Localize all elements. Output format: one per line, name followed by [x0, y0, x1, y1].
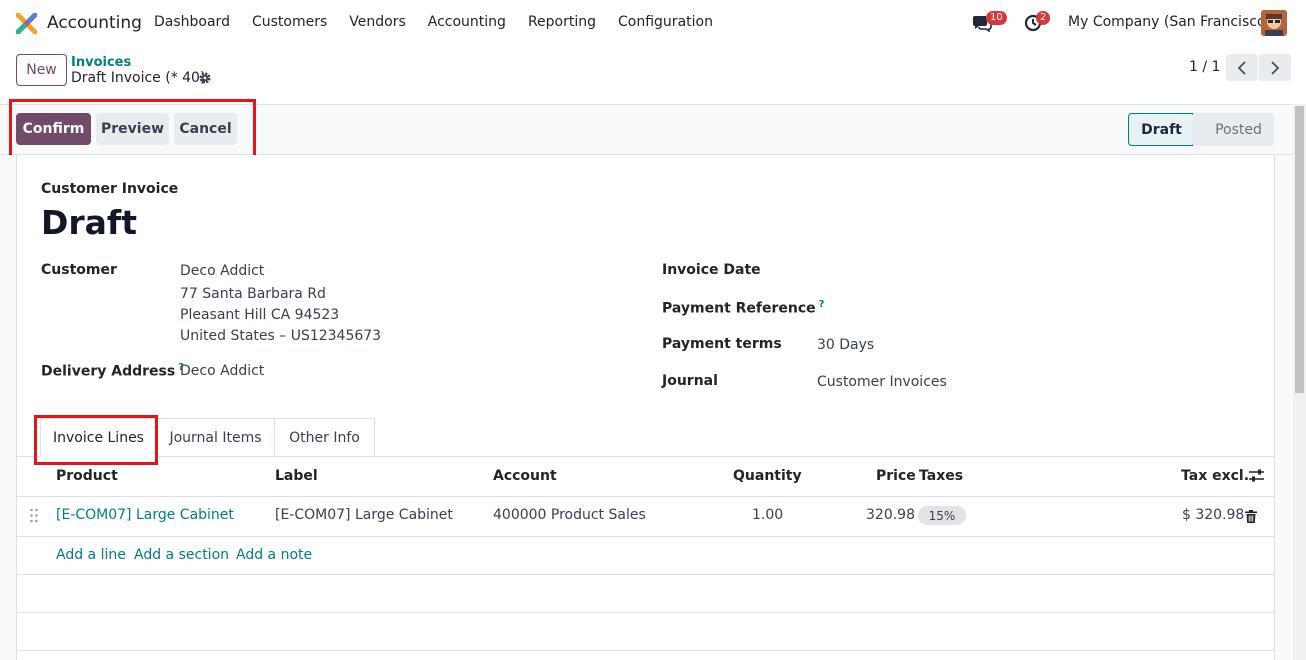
customer-field[interactable]: Deco Addict — [180, 263, 264, 279]
tab-other-info[interactable]: Other Info — [275, 418, 375, 457]
gear-icon[interactable] — [198, 71, 212, 85]
stage-posted[interactable]: Posted — [1193, 113, 1274, 146]
column-header-price[interactable]: Price — [876, 468, 916, 484]
journal-field[interactable]: Customer Invoices — [817, 374, 947, 390]
invoice-date-label: Invoice Date — [662, 262, 761, 278]
table-row-divider — [17, 612, 1274, 613]
delivery-address-label: Delivery Address? — [41, 362, 184, 380]
line-product[interactable]: [E-COM07] Large Cabinet — [56, 507, 234, 523]
menu-accounting[interactable]: Accounting — [428, 14, 506, 30]
breadcrumb-current: Draft Invoice (* 40) — [71, 70, 206, 86]
pager-value[interactable]: 1 / 1 — [1189, 59, 1220, 75]
top-navbar: Accounting Dashboard Customers Vendors A… — [0, 0, 1306, 46]
main-menu: Dashboard Customers Vendors Accounting R… — [154, 14, 735, 30]
pager-previous-button[interactable] — [1226, 54, 1258, 81]
add-note-link[interactable]: Add a note — [236, 547, 312, 563]
line-tax-badge[interactable]: 15% — [918, 506, 966, 525]
form-background-right — [1275, 155, 1293, 660]
stage-draft[interactable]: Draft — [1128, 113, 1194, 146]
menu-dashboard[interactable]: Dashboard — [154, 14, 230, 30]
add-section-link[interactable]: Add a section — [134, 547, 229, 563]
customer-address-line: 77 Santa Barbara Rd — [180, 286, 326, 302]
move-type-label: Customer Invoice — [41, 181, 179, 197]
user-avatar-icon — [1261, 10, 1287, 36]
drag-handle-icon[interactable] — [29, 508, 39, 523]
table-row-divider — [17, 650, 1274, 651]
highlight-box-action-buttons — [9, 99, 256, 158]
form-sheet — [16, 155, 1275, 660]
line-price[interactable]: 320.98 — [866, 507, 915, 523]
trash-icon[interactable] — [1245, 510, 1257, 523]
chevron-left-icon — [1237, 60, 1246, 75]
optional-columns-icon[interactable] — [1249, 469, 1264, 483]
chevron-right-icon — [1271, 60, 1280, 75]
app-name[interactable]: Accounting — [47, 13, 142, 33]
menu-reporting[interactable]: Reporting — [528, 14, 596, 30]
line-quantity[interactable]: 1.00 — [752, 507, 783, 523]
customer-address-line: United States – US12345673 — [180, 328, 382, 344]
line-label[interactable]: [E-COM07] Large Cabinet — [275, 507, 453, 523]
pager-next-button[interactable] — [1259, 54, 1291, 81]
form-background-left — [0, 155, 16, 660]
column-header-label[interactable]: Label — [275, 468, 318, 484]
column-header-taxes[interactable]: Taxes — [919, 468, 963, 484]
payment-terms-label: Payment terms — [662, 336, 782, 352]
breadcrumb-invoices[interactable]: Invoices — [71, 55, 131, 70]
column-header-quantity[interactable]: Quantity — [733, 468, 802, 484]
journal-label: Journal — [662, 373, 718, 389]
add-line-link[interactable]: Add a line — [56, 547, 126, 563]
line-subtotal: $ 320.98 — [1182, 507, 1245, 523]
customer-label: Customer — [41, 262, 117, 278]
table-row-divider — [17, 574, 1274, 575]
company-switcher[interactable]: My Company (San Francisco) — [1068, 14, 1271, 30]
new-button[interactable]: New — [16, 54, 67, 86]
highlight-box-invoice-lines-tab — [34, 415, 158, 465]
column-header-tax-excl[interactable]: Tax excl. — [1181, 468, 1249, 484]
table-row-divider — [17, 536, 1274, 537]
tab-journal-items[interactable]: Journal Items — [157, 418, 275, 457]
customer-address-line: Pleasant Hill CA 94523 — [180, 307, 340, 323]
payment-terms-field[interactable]: 30 Days — [817, 337, 874, 353]
payment-reference-field[interactable] — [817, 295, 1237, 319]
delivery-address-field[interactable]: Deco Addict — [180, 363, 264, 379]
menu-configuration[interactable]: Configuration — [618, 14, 713, 30]
column-header-account[interactable]: Account — [493, 468, 557, 484]
payment-reference-label: Payment Reference? — [662, 299, 825, 317]
activity-badge: 2 — [1036, 11, 1051, 25]
invoice-title: Draft — [41, 203, 138, 242]
app-logo-icon[interactable] — [16, 13, 37, 34]
invoice-date-field[interactable] — [817, 258, 1237, 282]
user-avatar[interactable] — [1261, 10, 1287, 36]
chat-badge: 10 — [986, 11, 1007, 25]
table-row-divider — [17, 496, 1274, 497]
menu-customers[interactable]: Customers — [252, 14, 327, 30]
line-account[interactable]: 400000 Product Sales — [493, 507, 646, 523]
column-header-product[interactable]: Product — [56, 468, 118, 484]
scrollbar-thumb[interactable] — [1295, 106, 1304, 393]
menu-vendors[interactable]: Vendors — [349, 14, 405, 30]
